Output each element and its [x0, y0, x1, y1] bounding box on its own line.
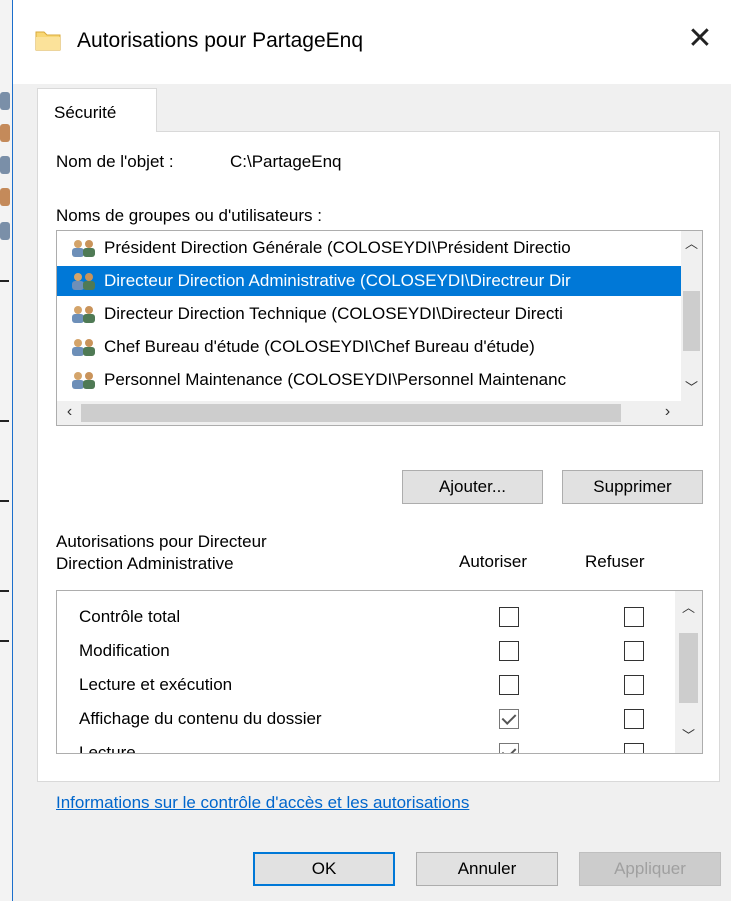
users-group-icon: [72, 306, 95, 323]
groups-label: Noms de groupes ou d'utilisateurs :: [56, 206, 322, 225]
groups-listbox[interactable]: Président Direction Générale (COLOSEYDI\…: [56, 230, 703, 426]
scroll-left-icon[interactable]: ‹: [59, 403, 80, 421]
scroll-right-icon[interactable]: ›: [657, 403, 678, 421]
users-group-icon: [72, 273, 95, 290]
background-user-icon: [0, 124, 10, 142]
permission-row: Affichage du contenu du dossier: [57, 703, 677, 737]
background-window-edge: [0, 0, 12, 901]
permission-row: Modification: [57, 635, 677, 669]
allow-checkbox[interactable]: [499, 743, 519, 753]
permission-name: Lecture et exécution: [79, 675, 233, 694]
group-list-item-label: Président Direction Générale (COLOSEYDI\…: [104, 238, 571, 257]
folder-icon: [35, 31, 61, 51]
groups-horizontal-scrollbar[interactable]: ‹ ›: [57, 401, 682, 425]
groups-horizontal-scroll-thumb[interactable]: [81, 404, 621, 422]
add-button[interactable]: Ajouter...: [402, 470, 543, 504]
permissions-title-line1: Autorisations pour Directeur: [56, 532, 267, 551]
group-list-item[interactable]: Personnel Maintenance (COLOSEYDI\Personn…: [57, 365, 682, 395]
deny-checkbox[interactable]: [624, 641, 644, 661]
security-panel: Nom de l'objet : C:\PartageEnq Noms de g…: [37, 131, 720, 812]
deny-column-header: Refuser: [585, 552, 645, 571]
title-bar[interactable]: Autorisations pour PartageEnq ✕: [13, 0, 731, 84]
permission-name: Modification: [79, 641, 170, 660]
remove-button[interactable]: Supprimer: [562, 470, 703, 504]
background-divider: [0, 420, 9, 422]
groups-vertical-scrollbar[interactable]: ︿ ﹀: [681, 231, 702, 401]
background-divider: [0, 640, 9, 642]
group-list-item-label: Chef Bureau d'étude (COLOSEYDI\Chef Bure…: [104, 337, 535, 356]
background-divider: [0, 590, 9, 592]
scroll-down-icon[interactable]: ﹀: [681, 377, 702, 396]
group-list-item-label: Directeur Direction Administrative (COLO…: [104, 271, 571, 290]
permissions-title-line2: Direction Administrative: [56, 554, 234, 573]
users-group-icon: [72, 240, 95, 257]
object-name-label: Nom de l'objet :: [56, 152, 174, 171]
groups-vertical-scroll-thumb[interactable]: [683, 291, 700, 351]
scroll-down-icon[interactable]: ﹀: [678, 725, 699, 744]
permission-name: Lecture: [79, 743, 136, 754]
permission-name: Affichage du contenu du dossier: [79, 709, 322, 728]
scrollbar-corner: [681, 401, 702, 425]
group-list-item[interactable]: Chef Bureau d'étude (COLOSEYDI\Chef Bure…: [57, 332, 682, 362]
permission-row: Lecture: [57, 737, 677, 754]
users-group-icon: [72, 339, 95, 356]
users-group-icon: [72, 372, 95, 389]
deny-checkbox[interactable]: [624, 675, 644, 695]
group-list-item[interactable]: Président Direction Générale (COLOSEYDI\…: [57, 233, 682, 263]
allow-checkbox[interactable]: [499, 709, 519, 729]
group-list-item[interactable]: Directeur Direction Technique (COLOSEYDI…: [57, 299, 682, 329]
background-divider: [0, 280, 9, 282]
group-list-item-label: Personnel Maintenance (COLOSEYDI\Personn…: [104, 370, 567, 389]
permission-row: Contrôle total: [57, 601, 677, 635]
permissions-scroll-thumb[interactable]: [679, 633, 698, 703]
access-control-help-link[interactable]: Informations sur le contrôle d'accès et …: [56, 793, 469, 813]
background-user-icon: [0, 92, 10, 110]
apply-button[interactable]: Appliquer: [579, 852, 721, 886]
allow-column-header: Autoriser: [459, 552, 528, 571]
tab-security-label: Sécurité: [54, 103, 117, 122]
ok-button[interactable]: OK: [253, 852, 395, 886]
tab-security[interactable]: Sécurité: [37, 88, 157, 132]
allow-checkbox[interactable]: [499, 641, 519, 661]
close-button[interactable]: ✕: [683, 22, 717, 56]
background-user-icon: [0, 188, 10, 206]
allow-checkbox[interactable]: [499, 675, 519, 695]
permissions-list[interactable]: Contrôle total Modification Lecture et exé…: [56, 590, 703, 754]
dialog-title: Autorisations pour PartageEnq: [77, 29, 364, 52]
scroll-up-icon[interactable]: ︿: [681, 233, 702, 252]
permissions-dialog: Autorisations pour PartageEnq ✕ Sécurité…: [12, 0, 731, 901]
cancel-button[interactable]: Annuler: [416, 852, 558, 886]
allow-checkbox[interactable]: [499, 607, 519, 627]
deny-checkbox[interactable]: [624, 743, 644, 753]
background-divider: [0, 500, 9, 502]
group-list-item[interactable]: Directeur Direction Administrative (COLO…: [57, 266, 682, 296]
background-user-icon: [0, 156, 10, 174]
permissions-vertical-scrollbar[interactable]: ︿ ﹀: [675, 591, 702, 753]
permission-row: Lecture et exécution: [57, 669, 677, 703]
deny-checkbox[interactable]: [624, 709, 644, 729]
scroll-up-icon[interactable]: ︿: [678, 597, 699, 616]
background-user-icon: [0, 222, 10, 240]
group-list-item-label: Directeur Direction Technique (COLOSEYDI…: [104, 304, 563, 323]
permission-name: Contrôle total: [79, 607, 181, 626]
deny-checkbox[interactable]: [624, 607, 644, 627]
object-name-value: C:\PartageEnq: [230, 152, 342, 171]
